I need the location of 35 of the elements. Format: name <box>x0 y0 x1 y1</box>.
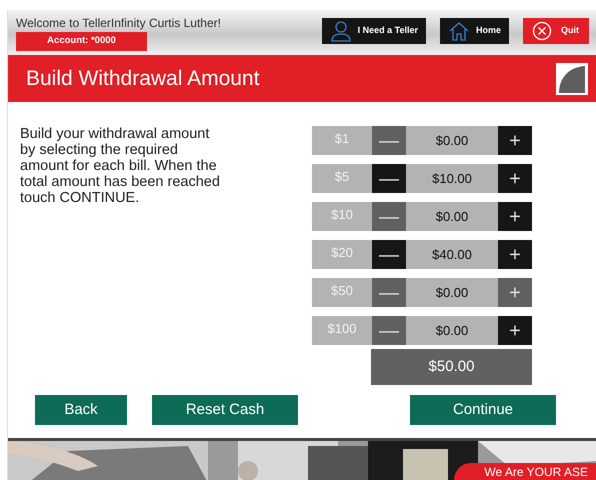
quit-button[interactable]: Quit <box>523 18 589 44</box>
logo-icon <box>555 62 589 96</box>
home-button[interactable]: Home <box>440 18 509 44</box>
amount-value: $0.00 <box>406 316 498 345</box>
plus-button[interactable]: + <box>498 126 532 155</box>
continue-button[interactable]: Continue <box>410 395 556 425</box>
reset-button[interactable]: Reset Cash <box>152 395 298 425</box>
instructions-text: Build your withdrawal amount by selecting the required amount for each bill. When the total amount has been reached touch CONTINUE. <box>20 127 221 208</box>
plus-button[interactable]: + <box>498 316 532 345</box>
minus-button[interactable]: — <box>372 240 406 269</box>
denomination-label: $5 <box>312 164 372 193</box>
amount-value: $0.00 <box>406 126 498 155</box>
denomination-label: $100 <box>312 316 372 345</box>
amount-value: $10.00 <box>406 164 498 193</box>
user-icon <box>330 20 352 42</box>
amount-value: $0.00 <box>406 202 498 231</box>
close-icon <box>531 20 553 42</box>
back-button[interactable]: Back <box>35 395 127 425</box>
denomination-label: $20 <box>312 240 372 269</box>
welcome-text: Welcome to TellerInfinity Curtis Luther! <box>16 17 221 29</box>
minus-button[interactable]: — <box>372 164 406 193</box>
amount-value: $40.00 <box>406 240 498 269</box>
amount-value: $0.00 <box>406 278 498 307</box>
home-icon <box>448 20 470 42</box>
plus-button[interactable]: + <box>498 164 532 193</box>
total-amount: $50.00 <box>371 349 532 385</box>
denomination-label: $1 <box>312 126 372 155</box>
plus-button[interactable]: + <box>498 240 532 269</box>
page-title: Build Withdrawal Amount <box>26 66 260 92</box>
denomination-label: $10 <box>312 202 372 231</box>
plus-button[interactable]: + <box>498 202 532 231</box>
account-label: Account: *0000 <box>16 32 147 51</box>
denomination-label: $50 <box>312 278 372 307</box>
teller-button[interactable]: I Need a Teller <box>322 18 426 44</box>
banner-text: We Are YOUR ASE <box>454 463 596 480</box>
